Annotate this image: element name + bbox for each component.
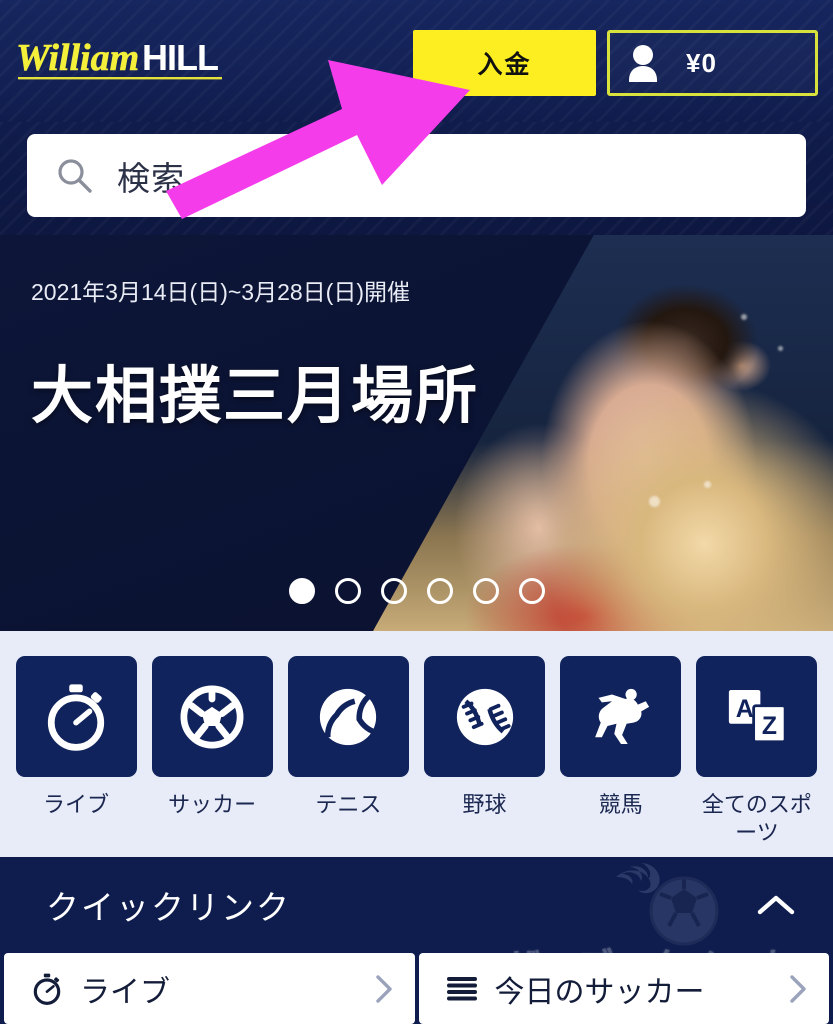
hero-text-block: 2021年3月14日(日)~3月28日(日)開催 大相撲三月場所 <box>31 273 479 435</box>
quick-link-label: ライブ <box>80 975 170 1009</box>
search-icon <box>55 156 95 196</box>
svg-text:A: A <box>736 696 754 723</box>
sport-item-label: 全てのスポーツ <box>701 792 812 845</box>
hero-title: 大相撲三月場所 <box>31 362 480 431</box>
baseball-icon <box>424 656 546 777</box>
sport-item-label: サッカー <box>168 792 257 817</box>
quick-link-card-1[interactable]: ライブ <box>4 953 415 1024</box>
soccer-ball-icon <box>151 656 273 777</box>
chevron-right-icon <box>373 974 395 1004</box>
svg-text:William: William <box>16 37 139 79</box>
chevron-up-icon[interactable] <box>757 893 795 917</box>
sports-quick-nav: ライブ サッカー テニス 野球 競馬 A Z 全てのスポーツ <box>0 631 833 857</box>
sport-item-label: 野球 <box>462 792 507 817</box>
sport-item-label: ライブ <box>42 792 109 817</box>
carousel-dot-1[interactable] <box>288 578 315 604</box>
stopwatch-icon <box>15 656 137 777</box>
sport-item-2[interactable]: サッカー <box>146 656 278 857</box>
sport-item-6[interactable]: A Z 全てのスポーツ <box>691 656 823 857</box>
quick-link-label: 今日のサッカー <box>494 975 705 1009</box>
sport-item-label: 競馬 <box>598 792 643 817</box>
carousel-dot-5[interactable] <box>472 578 499 604</box>
quick-links-cards: ライブ 今日のサッカー <box>0 953 833 1024</box>
flaming-soccer-ball-icon <box>606 859 736 951</box>
account-balance-button[interactable]: ¥0 <box>607 30 818 96</box>
annotation-arrow <box>150 45 510 230</box>
svg-text:Z: Z <box>762 712 777 739</box>
a-to-z-icon: A Z <box>696 656 818 777</box>
app-screen: William HILL 入金 ¥0 検索 2021年3月14日(日)~3月28… <box>0 0 833 1024</box>
hero-date-line: 2021年3月14日(日)~3月28日(日)開催 <box>31 279 410 305</box>
sport-item-label: テニス <box>315 792 382 817</box>
sport-item-4[interactable]: 野球 <box>419 656 551 857</box>
quick-links-title: クイックリンク <box>46 889 291 926</box>
stopwatch-icon <box>30 972 64 1006</box>
carousel-dots[interactable] <box>288 578 545 604</box>
quick-links-header[interactable]: クイックリンク <box>0 857 833 953</box>
hero-banner[interactable]: 2021年3月14日(日)~3月28日(日)開催 大相撲三月場所 <box>0 235 833 631</box>
quick-link-card-2[interactable]: 今日のサッカー <box>418 953 829 1024</box>
carousel-dot-3[interactable] <box>380 578 407 604</box>
sport-item-5[interactable]: 競馬 <box>555 656 687 857</box>
carousel-dot-6[interactable] <box>518 578 545 604</box>
carousel-dot-4[interactable] <box>426 578 453 604</box>
carousel-dot-2[interactable] <box>334 578 361 604</box>
tennis-ball-icon <box>287 656 409 777</box>
sport-item-3[interactable]: テニス <box>282 656 414 857</box>
user-avatar-icon <box>626 44 660 82</box>
sport-item-1[interactable]: ライブ <box>10 656 142 857</box>
horse-racing-icon <box>560 656 682 777</box>
account-balance-value: ¥0 <box>686 47 717 78</box>
quick-links-section: クイックリンク ライブ 今日のサッカー <box>0 857 833 1024</box>
chevron-right-icon <box>787 974 809 1004</box>
hamburger-list-icon <box>445 972 479 1006</box>
